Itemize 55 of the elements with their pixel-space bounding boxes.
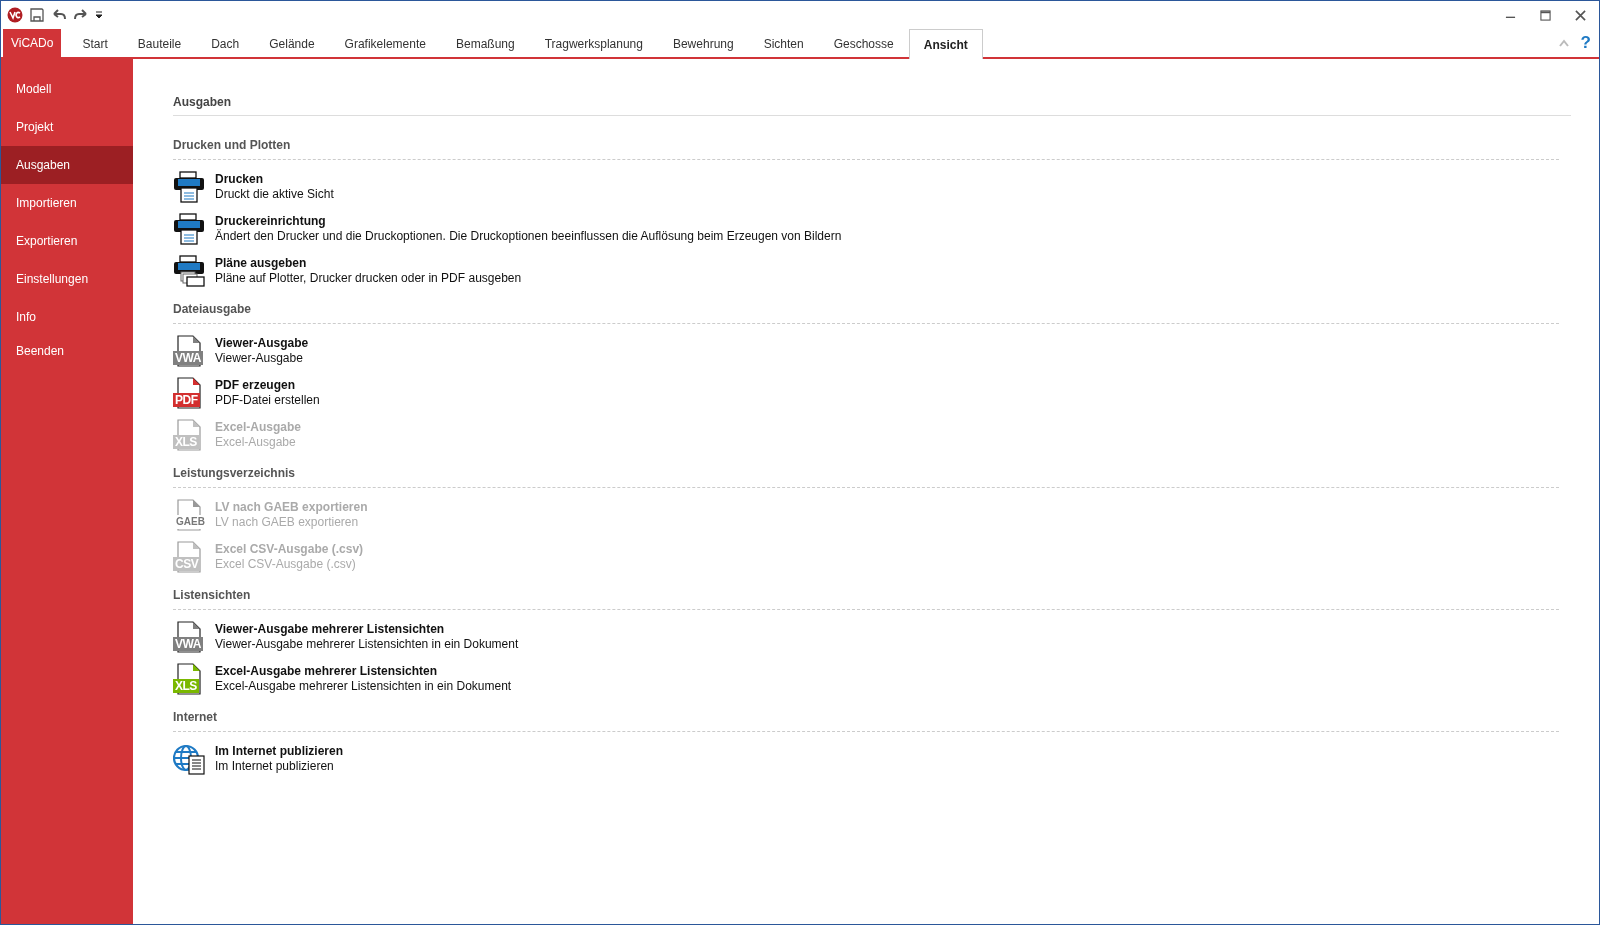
page-title: Ausgaben (173, 95, 1571, 116)
close-icon[interactable] (1575, 9, 1586, 21)
maximize-icon[interactable] (1540, 9, 1551, 21)
item-title[interactable]: PDF erzeugen (215, 378, 295, 393)
ribbon-tab[interactable]: Grafikelemente (329, 29, 441, 57)
help-icon[interactable]: ? (1580, 33, 1591, 53)
ribbon-tab[interactable]: Dach (196, 29, 255, 57)
sidebar-item[interactable]: Ausgaben (1, 146, 133, 184)
item-description: Viewer-Ausgabe mehrerer Listensichten in ein Dokument (215, 637, 519, 652)
sidebar-item[interactable]: Einstellungen (1, 260, 133, 298)
section-heading: Leistungsverzeichnis (173, 466, 1559, 488)
item-description: Ändert den Drucker und die Druckoptionen. Die Druckoptionen beeinflussen die Auflösung beim Erzeugen von Bildern (215, 229, 842, 244)
item-description: Druckt die aktive Sicht (215, 187, 334, 202)
sidebar-item[interactable]: Projekt (1, 108, 133, 146)
item-title[interactable]: Im Internet publizieren (215, 744, 343, 759)
section-heading: Dateiausgabe (173, 302, 1559, 324)
ribbon-tab[interactable]: Gelände (254, 29, 330, 57)
item-title[interactable]: Pläne ausgeben (215, 256, 307, 271)
item-description: PDF-Datei erstellen (215, 393, 320, 408)
app-menu-tab[interactable]: ViCADo (3, 29, 62, 57)
item-description: Im Internet publizieren (215, 759, 334, 774)
section-heading: Drucken und Plotten (173, 138, 1559, 160)
app-logo-icon (7, 7, 23, 23)
sidebar-item[interactable]: Importieren (1, 184, 133, 222)
item-description: Excel-Ausgabe (215, 435, 296, 450)
ribbon-tab[interactable]: Geschosse (818, 29, 909, 57)
item-title[interactable]: Viewer-Ausgabe mehrerer Listensichten (215, 622, 445, 637)
item-description: Pläne auf Plotter, Drucker drucken oder in PDF ausgeben (215, 271, 522, 286)
sidebar-item[interactable]: Modell (1, 70, 133, 108)
item-title[interactable]: Viewer-Ausgabe (215, 336, 309, 351)
sidebar-item[interactable]: Exportieren (1, 222, 133, 260)
section-heading: Internet (173, 710, 1559, 732)
ribbon-tab[interactable]: Tragwerksplanung (529, 29, 658, 57)
item-description: Excel CSV-Ausgabe (.csv) (215, 557, 356, 572)
sidebar-item[interactable]: Beenden (1, 336, 133, 366)
ribbon-tab[interactable]: Start (67, 29, 123, 57)
section-heading: Listensichten (173, 588, 1559, 610)
ribbon-tab[interactable]: Bauteile (122, 29, 197, 57)
item-title[interactable]: Druckereinrichtung (215, 214, 326, 229)
dropdown-icon[interactable] (95, 11, 103, 19)
printer-pages-icon[interactable] (173, 255, 205, 287)
save-icon[interactable] (29, 7, 45, 23)
ribbon-tab[interactable]: Bewehrung (657, 29, 749, 57)
item-description: Excel-Ausgabe mehrerer Listensichten in ein Dokument (215, 679, 512, 694)
ribbon-tab[interactable]: Sichten (748, 29, 819, 57)
item-description: Viewer-Ausgabe (215, 351, 303, 366)
printer-icon[interactable] (173, 213, 205, 245)
ribbon-tab[interactable]: Ansicht (908, 29, 983, 59)
item-title[interactable]: Drucken (215, 172, 264, 187)
sidebar-item[interactable]: Info (1, 298, 133, 336)
ribbon-tab[interactable]: Bemaßung (440, 29, 530, 57)
printer-icon[interactable] (173, 171, 205, 203)
item-title[interactable]: Excel-Ausgabe mehrerer Listensichten (215, 664, 438, 679)
item-description: LV nach GAEB exportieren (215, 515, 359, 530)
globe-document-icon[interactable] (173, 743, 205, 775)
